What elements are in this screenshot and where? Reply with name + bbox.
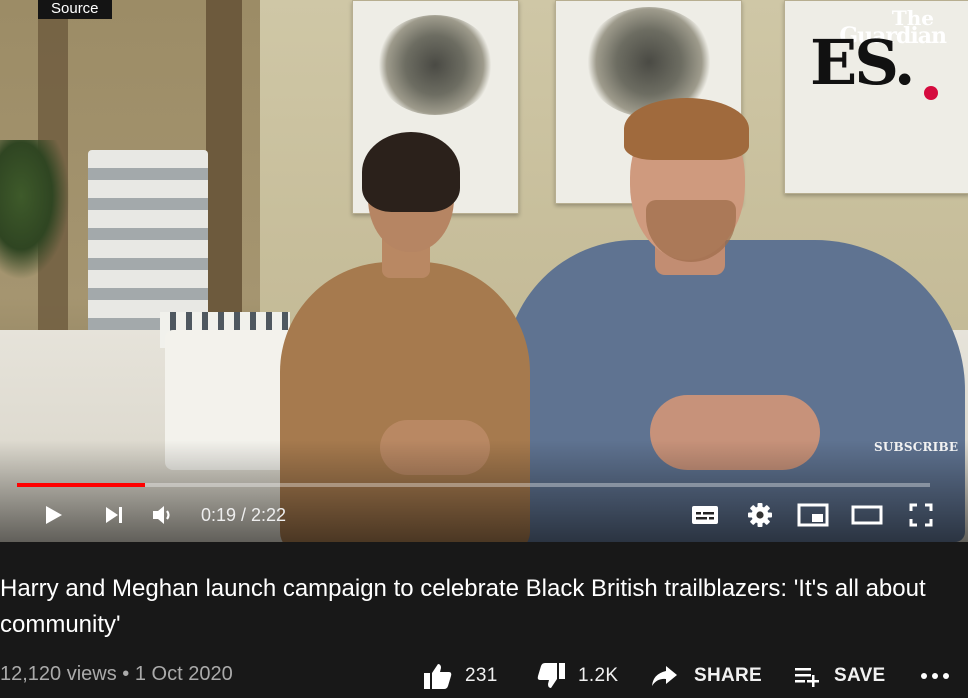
captions-button[interactable] [688,500,722,530]
video-title: Harry and Meghan launch campaign to cele… [0,575,926,638]
logo-red-dot [924,86,938,100]
next-button[interactable] [98,500,130,530]
scene-plant [0,140,70,280]
miniplayer-icon [797,503,829,527]
more-horizontal-icon [921,673,949,679]
like-count: 231 [465,665,498,686]
save-button[interactable]: SAVE [793,660,886,692]
video-player[interactable]: Source The Guardian ES. SUBSCRIBE 0:19 /… [0,0,968,542]
progress-bar[interactable] [17,483,930,487]
person-woman-hair [362,132,460,212]
settings-button[interactable] [743,500,777,530]
fullscreen-icon [909,503,933,527]
volume-button[interactable] [148,500,178,530]
next-icon [106,507,122,523]
like-button[interactable]: 231 [423,660,498,692]
theater-icon [851,505,883,525]
dislike-button[interactable]: 1.2K [536,660,618,692]
share-icon [652,666,677,686]
miniplayer-button[interactable] [795,500,831,530]
play-button[interactable] [36,500,70,530]
share-button[interactable]: SHARE [650,660,762,692]
playlist-add-icon [795,668,819,687]
thumbs-up-icon [424,664,452,689]
subscribe-watermark[interactable]: SUBSCRIBE [874,440,958,454]
gear-icon [748,503,772,527]
more-actions-button[interactable] [918,660,952,692]
dislike-count: 1.2K [578,665,619,686]
captions-icon [692,506,718,524]
fullscreen-button[interactable] [904,500,938,530]
source-label[interactable]: Source [38,0,112,19]
logo-es-text: ES. [810,26,915,99]
nest-drawing [375,15,495,115]
time-display: 0:19 / 2:22 [201,505,287,525]
save-label: SAVE [834,665,886,686]
progress-played [17,483,145,487]
person-man-hair [624,98,749,160]
play-icon [46,506,62,524]
volume-icon [153,506,170,524]
thumbs-down-icon [537,663,565,688]
theater-mode-button[interactable] [849,500,885,530]
channel-logo: The Guardian ES. [808,8,958,104]
video-meta: 12,120 views • 1 Oct 2020 [0,663,233,685]
share-label: SHARE [694,665,763,686]
